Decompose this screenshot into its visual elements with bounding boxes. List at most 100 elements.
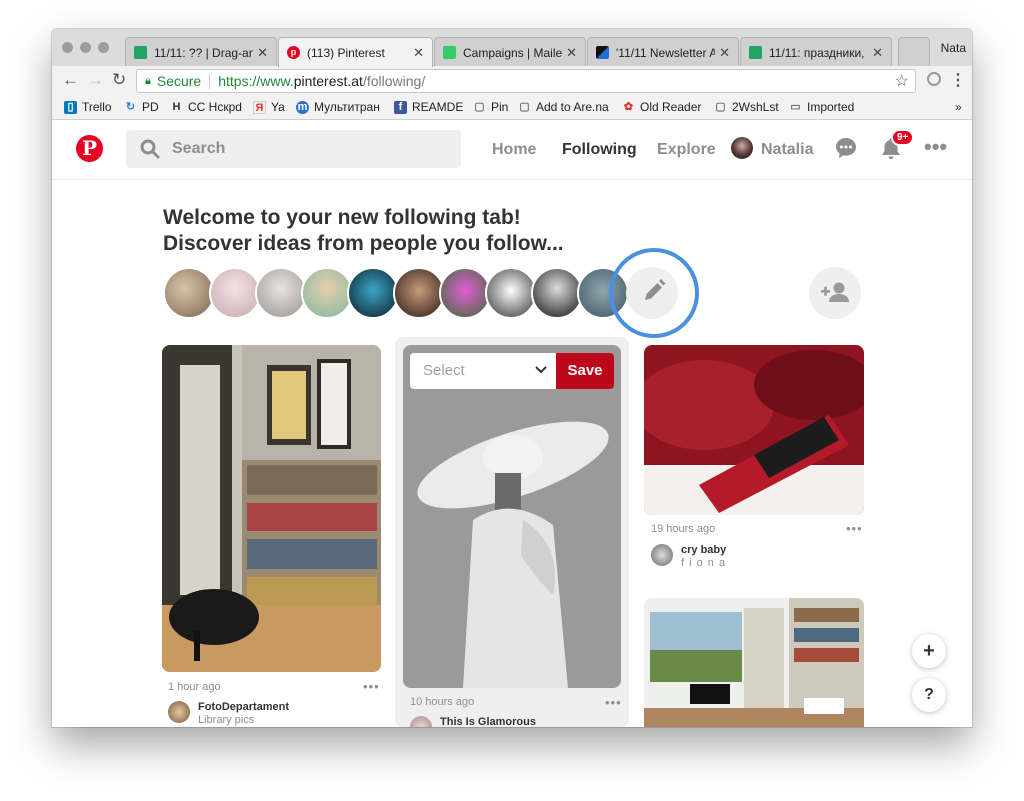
bookmark-label: CC Нскpd: [188, 100, 242, 114]
board-name: f i o n a: [681, 557, 727, 569]
highlight-ring: [609, 248, 699, 338]
board-select-label: Select: [423, 362, 465, 379]
board-select[interactable]: Select: [410, 353, 556, 389]
avatar: [410, 716, 432, 727]
new-tab-button[interactable]: [898, 37, 930, 67]
tab-newsletter[interactable]: '11/11 Newsletter Ar ✕: [587, 37, 739, 67]
add-person-icon: [821, 282, 849, 302]
reload-icon[interactable]: ↻: [112, 70, 126, 90]
profile-name[interactable]: Nata: [941, 41, 966, 55]
bookmark-imported[interactable]: ▭ Imported: [789, 100, 854, 114]
zoom-window-button[interactable]: [98, 42, 109, 53]
welcome-line-2: Discover ideas from people you follow...: [163, 232, 564, 255]
close-tab-icon[interactable]: ✕: [413, 45, 424, 61]
trello-icon: ▯: [64, 100, 77, 114]
close-tab-icon[interactable]: ✕: [566, 45, 577, 61]
bookmark-multitran[interactable]: m Мультитран: [296, 100, 380, 114]
tab-pinterest[interactable]: p (113) Pinterest ✕: [278, 37, 433, 67]
board-name: Library pics: [198, 714, 255, 726]
tab-title: '11/11 Newsletter Ar: [616, 45, 716, 60]
pin-more-icon[interactable]: •••: [846, 521, 863, 536]
bookmark-label: Imported: [807, 100, 855, 114]
pin-more-icon[interactable]: •••: [605, 695, 622, 710]
tab-strip: 11/11: ?? | Drag-and ✕ p (113) Pinterest…: [52, 29, 972, 67]
messages-icon[interactable]: [835, 137, 857, 159]
page-icon: ▢: [474, 100, 485, 113]
pin-image-hat[interactable]: [403, 345, 621, 688]
facebook-icon: f: [394, 100, 407, 114]
avatar[interactable]: [731, 137, 753, 159]
avatar[interactable]: [163, 267, 215, 319]
pin-timestamp: 10 hours ago: [410, 696, 475, 708]
tab-drag-and-drop[interactable]: 11/11: ?? | Drag-and ✕: [125, 37, 277, 67]
close-window-button[interactable]: [62, 42, 73, 53]
address-bar[interactable]: 🔒︎ Secure https://www. pinterest.at/follo…: [136, 69, 916, 93]
tab-campaigns[interactable]: Campaigns | Mailer ✕: [434, 37, 586, 67]
more-bookmarks-button[interactable]: »: [955, 100, 962, 114]
bookmark-star-icon[interactable]: ☆: [895, 71, 909, 91]
pin-timestamp: 1 hour ago: [168, 681, 221, 693]
page-icon: ▢: [519, 100, 530, 113]
avatar: [168, 701, 190, 723]
avatar: [651, 544, 673, 566]
bookmark-label: Old Reader: [640, 100, 702, 114]
avatar[interactable]: [255, 267, 307, 319]
search-input[interactable]: Search: [126, 130, 461, 168]
avatar[interactable]: [439, 267, 491, 319]
url-domain: pinterest.at: [293, 73, 363, 89]
avatar[interactable]: [393, 267, 445, 319]
pin-image-lace[interactable]: [644, 345, 864, 515]
pin-author[interactable]: cry baby f i o n a: [651, 544, 726, 570]
avatar[interactable]: [531, 267, 583, 319]
bookmark-label: Pin: [491, 100, 509, 114]
pin-more-icon[interactable]: •••: [363, 679, 380, 694]
bookmark-arena[interactable]: ▢ Add to Are.na: [518, 100, 609, 114]
bookmark-reamde[interactable]: f REAMDE: [394, 100, 463, 114]
minimize-window-button[interactable]: [80, 42, 91, 53]
browser-window: 11/11: ?? | Drag-and ✕ p (113) Pinterest…: [52, 29, 972, 727]
tab-title: 11/11: праздники, п: [769, 45, 869, 60]
bookmark-cc[interactable]: H CC Нскpd: [170, 100, 242, 114]
nav-explore[interactable]: Explore: [657, 141, 716, 159]
close-tab-icon[interactable]: ✕: [719, 45, 730, 61]
bookmark-label: Add to Are.na: [536, 100, 609, 114]
browser-menu-icon[interactable]: ⋮: [950, 70, 966, 90]
nav-following[interactable]: Following: [562, 141, 637, 159]
pin-image-library[interactable]: [162, 345, 381, 672]
bookmark-pin[interactable]: ▢ Pin: [473, 100, 508, 114]
avatar[interactable]: [347, 267, 399, 319]
pinterest-logo-icon[interactable]: P: [76, 135, 103, 162]
extension-icon[interactable]: [927, 72, 941, 86]
bookmark-2wshlst[interactable]: ▢ 2WshLst: [714, 100, 778, 114]
close-tab-icon[interactable]: ✕: [872, 45, 883, 61]
nav-home[interactable]: Home: [492, 141, 536, 159]
more-bookmarks-label: »: [955, 100, 962, 114]
more-options-icon[interactable]: •••: [924, 134, 947, 160]
avatar[interactable]: [485, 267, 537, 319]
bookmark-label: REAMDE: [412, 100, 464, 114]
close-tab-icon[interactable]: ✕: [257, 45, 268, 61]
save-button[interactable]: Save: [556, 353, 614, 389]
add-pin-button[interactable]: +: [912, 634, 946, 668]
folder-icon: ▭: [790, 100, 801, 113]
pin-author[interactable]: This Is Glamorous: [410, 716, 536, 727]
avatar[interactable]: [301, 267, 353, 319]
help-button[interactable]: ?: [912, 678, 946, 712]
pin-image-interior[interactable]: [644, 598, 864, 727]
back-icon[interactable]: ←: [62, 70, 79, 90]
add-people-button[interactable]: [809, 267, 861, 319]
tab-holidays[interactable]: 11/11: праздники, п ✕: [740, 37, 892, 67]
avatar[interactable]: [209, 267, 261, 319]
bookmark-pd[interactable]: ↻ PD: [124, 100, 159, 114]
nav-profile[interactable]: Natalia: [761, 141, 813, 159]
bookmark-old-reader[interactable]: ✿ Old Reader: [622, 100, 701, 114]
divider: [209, 73, 211, 89]
bookmark-trello[interactable]: ▯ Trello: [64, 100, 112, 114]
pin-photo: [644, 345, 864, 515]
pinterest-icon: p: [287, 46, 300, 59]
pin-photo: [644, 598, 864, 727]
bookmark-ya[interactable]: Я Ya: [253, 100, 285, 114]
forward-icon[interactable]: →: [87, 70, 104, 90]
pin-author[interactable]: FotoDepartament Library pics: [168, 701, 289, 727]
bookmark-label: Trello: [82, 100, 112, 114]
